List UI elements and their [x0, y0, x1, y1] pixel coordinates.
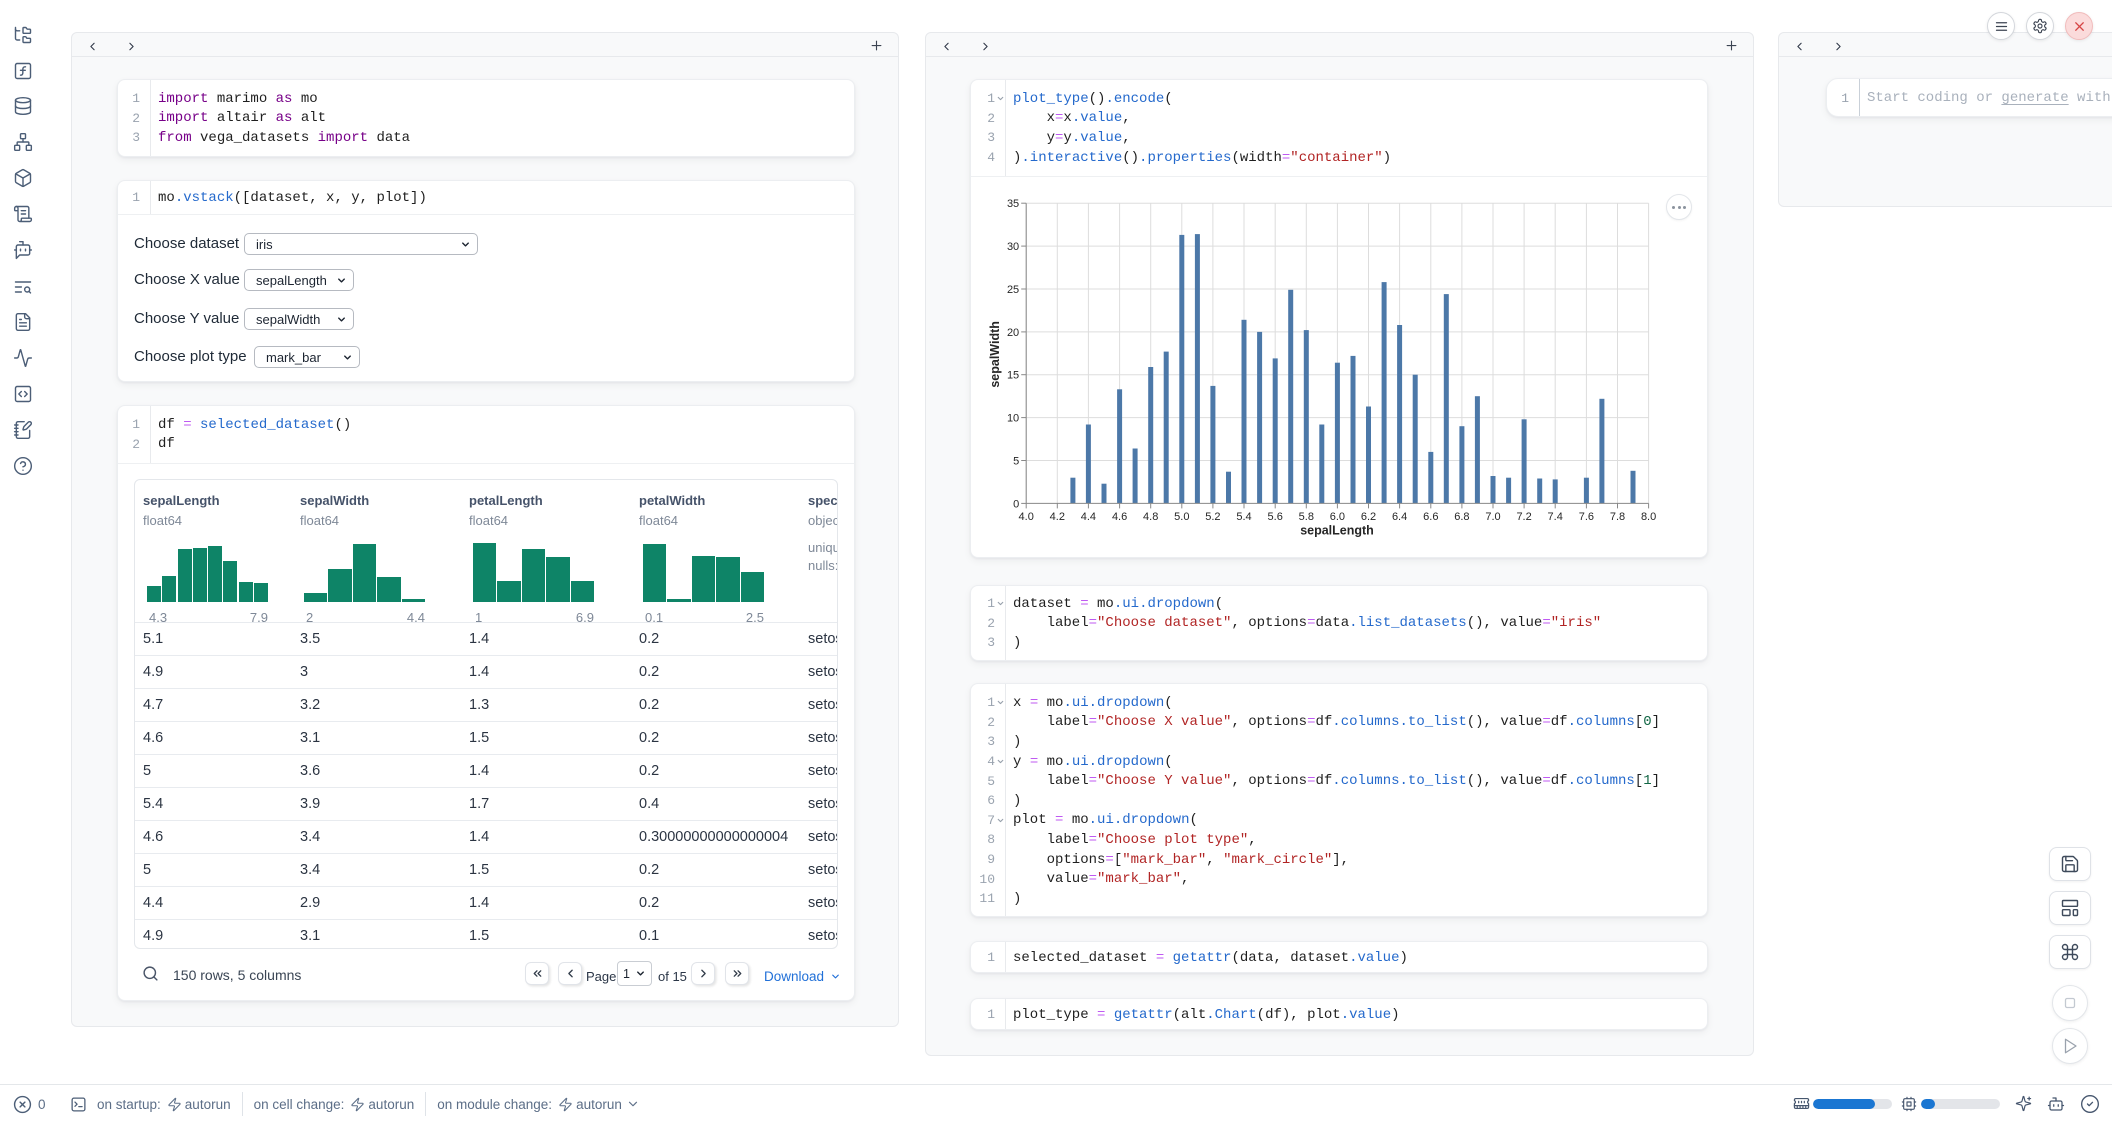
- svg-text:7.6: 7.6: [1579, 511, 1594, 523]
- svg-text:4.0: 4.0: [1019, 511, 1034, 523]
- svg-text:0: 0: [1013, 498, 1019, 510]
- svg-text:5.8: 5.8: [1299, 511, 1314, 523]
- svg-text:5.4: 5.4: [1236, 511, 1251, 523]
- svg-text:7.2: 7.2: [1516, 511, 1531, 523]
- svg-text:35: 35: [1007, 198, 1019, 210]
- svg-text:8.0: 8.0: [1641, 511, 1656, 523]
- svg-text:4.8: 4.8: [1143, 511, 1158, 523]
- svg-text:sepalLength: sepalLength: [1300, 523, 1374, 537]
- svg-text:sepalWidth: sepalWidth: [988, 321, 1002, 388]
- svg-text:7.4: 7.4: [1548, 511, 1563, 523]
- svg-text:4.2: 4.2: [1050, 511, 1065, 523]
- svg-text:15: 15: [1007, 370, 1019, 382]
- svg-text:7.0: 7.0: [1485, 511, 1500, 523]
- svg-text:6.6: 6.6: [1423, 511, 1438, 523]
- svg-text:4.6: 4.6: [1112, 511, 1127, 523]
- svg-text:20: 20: [1007, 327, 1019, 339]
- svg-text:5.2: 5.2: [1205, 511, 1220, 523]
- svg-text:25: 25: [1007, 284, 1019, 296]
- svg-text:5.0: 5.0: [1174, 511, 1189, 523]
- svg-text:5: 5: [1013, 456, 1019, 468]
- svg-text:7.8: 7.8: [1610, 511, 1625, 523]
- svg-text:30: 30: [1007, 241, 1019, 253]
- svg-text:6.4: 6.4: [1392, 511, 1407, 523]
- svg-text:4.4: 4.4: [1081, 511, 1096, 523]
- svg-text:10: 10: [1007, 413, 1019, 425]
- svg-text:6.2: 6.2: [1361, 511, 1376, 523]
- svg-text:5.6: 5.6: [1268, 511, 1283, 523]
- svg-text:6.0: 6.0: [1330, 511, 1345, 523]
- svg-text:6.8: 6.8: [1454, 511, 1469, 523]
